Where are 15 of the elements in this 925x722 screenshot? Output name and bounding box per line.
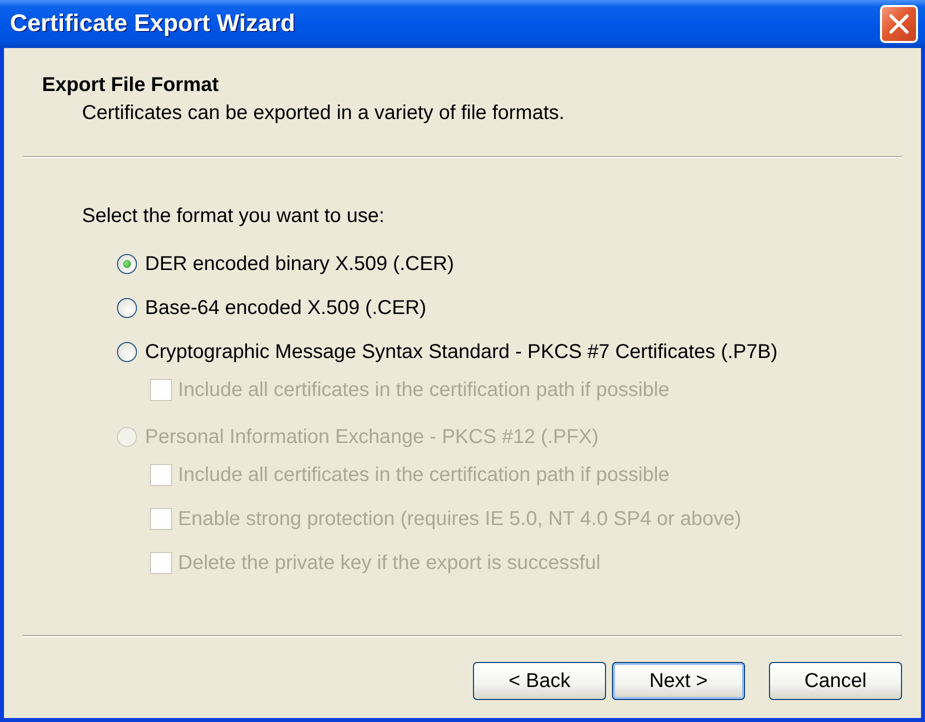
- page-heading: Export File Format: [42, 73, 219, 97]
- radio-button[interactable]: [117, 298, 137, 318]
- option-label[interactable]: Base-64 encoded X.509 (.CER): [145, 296, 426, 320]
- wizard-button[interactable]: Next >: [612, 662, 745, 700]
- wizard-button[interactable]: Cancel: [769, 662, 902, 700]
- format-prompt: Select the format you want to use:: [82, 204, 384, 228]
- window-title: Certificate Export Wizard: [10, 9, 296, 39]
- option-label[interactable]: Cryptographic Message Syntax Standard - PKCS #7 Certificates (.P7B): [145, 340, 778, 364]
- wizard-button[interactable]: < Back: [473, 662, 606, 700]
- close-icon: [889, 14, 909, 34]
- option-label[interactable]: DER encoded binary X.509 (.CER): [145, 252, 454, 276]
- page-description: Certificates can be exported in a variety of file formats.: [82, 101, 564, 125]
- radio-button[interactable]: [117, 254, 137, 274]
- close-button[interactable]: [880, 5, 918, 43]
- radio-button[interactable]: [117, 342, 137, 362]
